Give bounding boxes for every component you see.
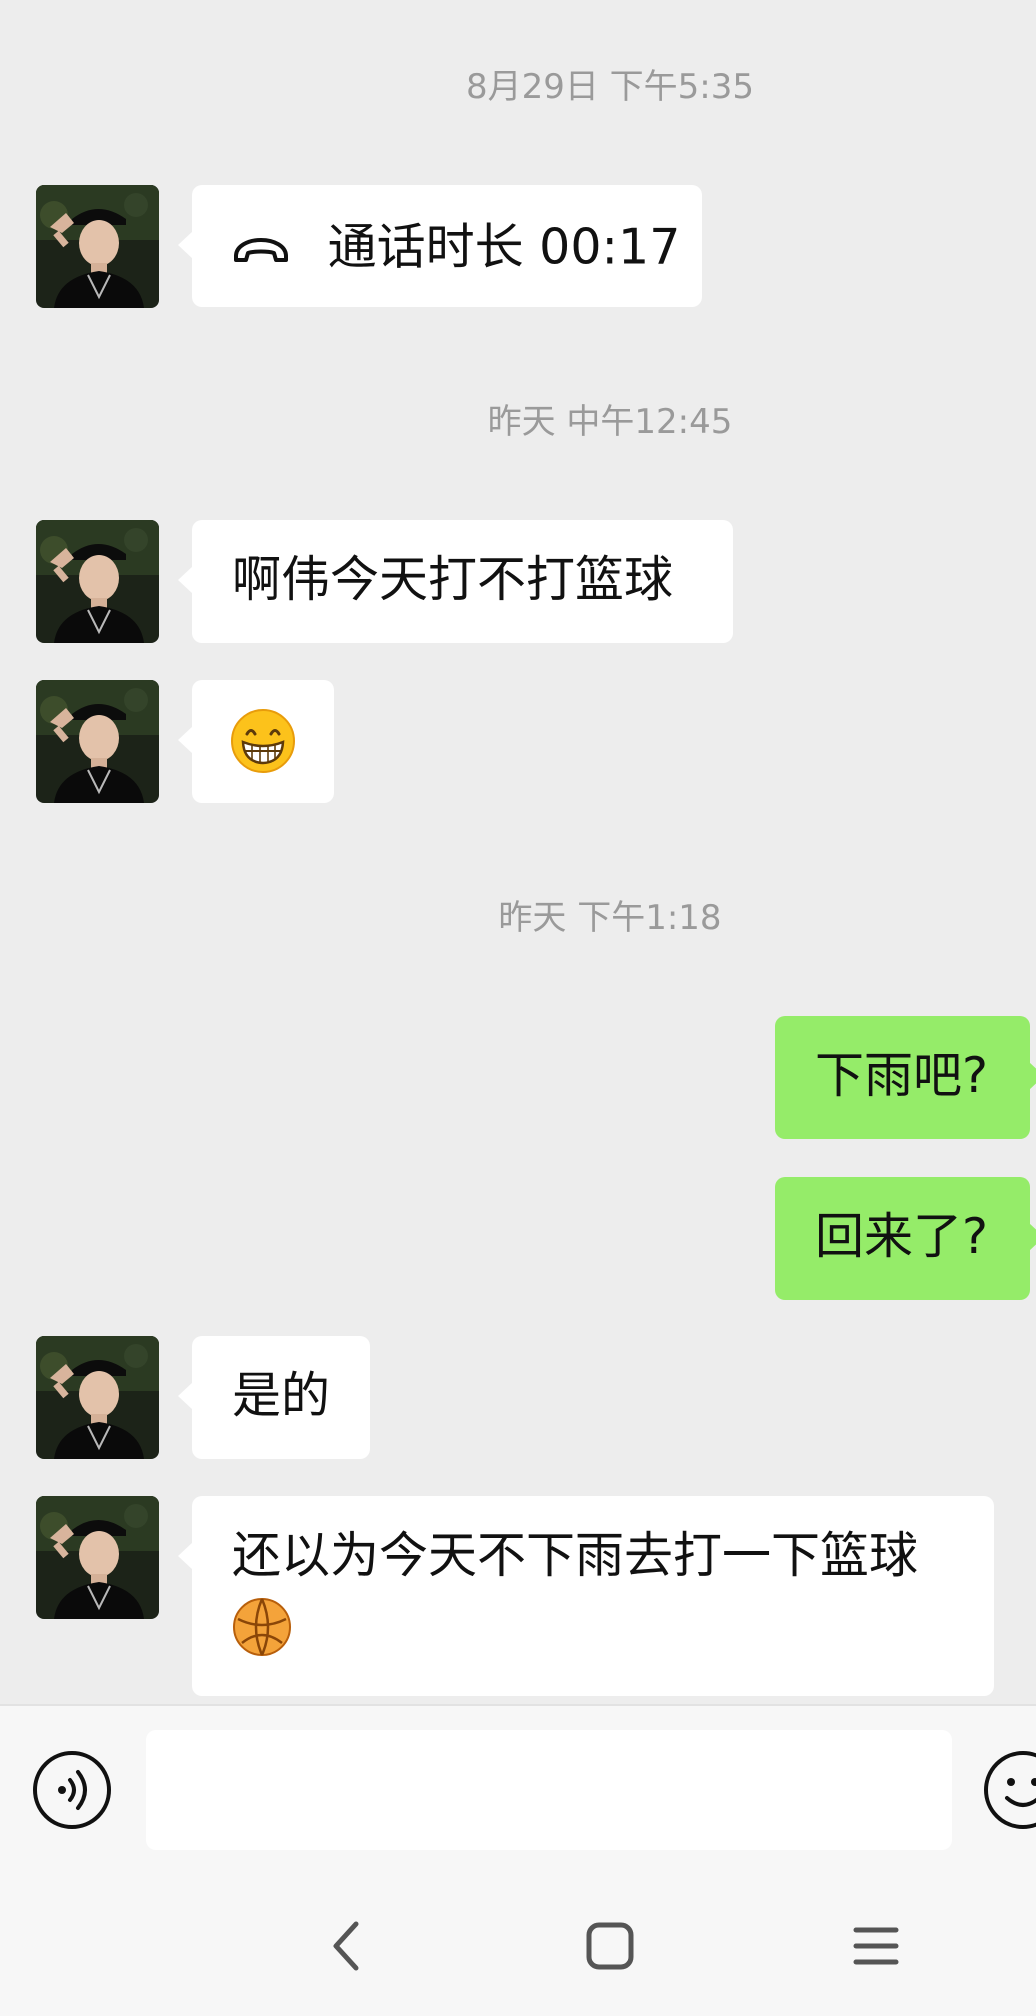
nav-home-icon[interactable] [580,1916,640,1976]
contact-avatar[interactable] [36,1496,159,1619]
message-bubble-sent[interactable]: 回来了? [775,1177,1036,1300]
phone-hangup-icon [232,215,290,281]
message-input[interactable] [146,1730,952,1850]
message-text: 啊伟今天打不打篮球 [232,551,674,608]
emoji-button-icon[interactable] [983,1750,1036,1830]
timestamp-1: 8月29日 下午5:35 [465,67,755,107]
message-bubble-received[interactable]: 是的 [178,1336,370,1459]
chat-input-bar [0,1704,1036,1876]
timestamp-3: 昨天 下午1:18 [498,898,722,938]
voice-input-icon[interactable] [32,1750,112,1830]
grinning-face-emoji [231,709,295,773]
contact-avatar[interactable] [36,185,159,308]
contact-avatar[interactable] [36,520,159,643]
message-bubble-sent[interactable]: 下雨吧? [775,1016,1036,1139]
message-bubble-received[interactable]: 还以为今天不下雨去打一下篮球 [178,1496,994,1696]
contact-avatar[interactable] [36,1336,159,1459]
call-duration-label: 通话时长 00:17 [327,218,681,276]
message-text: 还以为今天不下雨去打一下篮球 [232,1527,919,1584]
call-record-bubble[interactable]: 通话时长 00:17 [178,185,702,307]
nav-menu-icon[interactable] [846,1916,906,1976]
nav-back-icon[interactable] [318,1916,378,1976]
message-text: 回来了? [815,1208,989,1265]
contact-avatar[interactable] [36,680,159,803]
message-text: 是的 [232,1367,331,1424]
message-bubble-received[interactable]: 啊伟今天打不打篮球 [178,520,733,643]
message-bubble-received[interactable] [178,680,334,803]
system-navigation-bar [0,1876,1036,2016]
basketball-emoji [233,1598,291,1656]
timestamp-2: 昨天 中午12:45 [487,402,733,442]
message-text: 下雨吧? [815,1047,989,1104]
